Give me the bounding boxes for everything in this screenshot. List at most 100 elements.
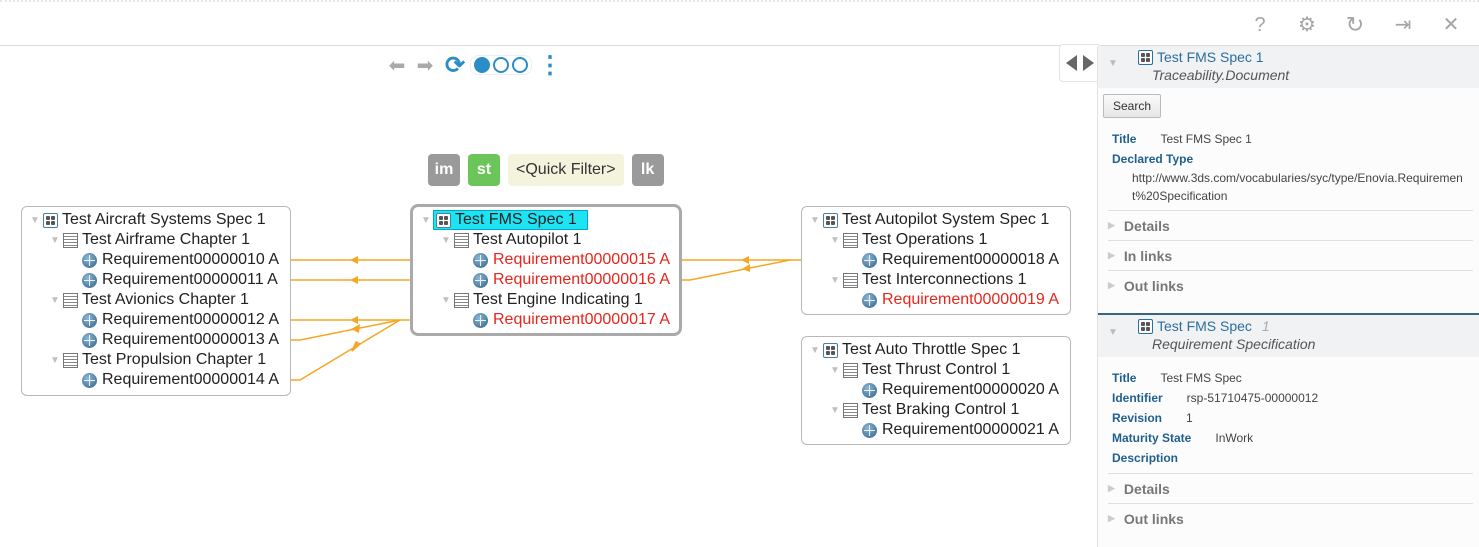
node-auto-throttle-spec[interactable]: ▼ Test Auto Throttle Spec 1 ▼ Test Thrust … [801, 336, 1071, 445]
requirement-label[interactable]: Requirement00000016 A [493, 271, 670, 289]
expand-arrow-icon: ▶ [1108, 250, 1115, 260]
expand-arrow-icon: ▶ [1108, 220, 1115, 230]
chapter-title[interactable]: Test Propulsion Chapter 1 [82, 351, 266, 369]
chapter-icon [454, 232, 469, 248]
link-arrow [351, 340, 362, 352]
spec-icon [1138, 318, 1153, 334]
gear-icon[interactable]: ⚙ [1296, 14, 1318, 36]
spec-title[interactable]: Test Autopilot System Spec 1 [842, 211, 1049, 229]
collapse-toggle[interactable]: ▼ [830, 235, 840, 246]
section-label: In links [1123, 247, 1173, 264]
page-indicator [470, 55, 532, 75]
search-button[interactable]: Search [1103, 94, 1162, 118]
requirement-label[interactable]: Requirement00000017 A [493, 311, 670, 329]
collapse-toggle[interactable]: ▼ [441, 295, 451, 306]
sign-in-icon[interactable]: ⇥ [1392, 14, 1414, 36]
spec-icon [823, 342, 838, 358]
sync-icon[interactable]: ⟳ [443, 51, 467, 80]
back-arrow-icon[interactable]: ⬅ [385, 53, 409, 78]
requirement-icon [862, 422, 877, 438]
link-17-to-13[interactable] [290, 319, 401, 341]
page-dot-1[interactable] [474, 57, 490, 73]
section-out-links[interactable]: ▶ Out links [1108, 503, 1473, 533]
chapter-title[interactable]: Test Thrust Control 1 [862, 361, 1010, 379]
link-18-to-16[interactable] [680, 259, 791, 281]
collapse-toggle[interactable]: ▼ [830, 365, 840, 376]
page-dot-3[interactable] [512, 57, 528, 73]
collapse-toggle[interactable]: ▼ [421, 215, 431, 226]
collapse-toggle[interactable]: ▼ [810, 215, 820, 226]
help-icon[interactable]: ? [1249, 14, 1271, 36]
section-details[interactable]: ▶ Details [1108, 473, 1473, 503]
section-in-links[interactable]: ▶ In links [1108, 240, 1473, 270]
card-header-traceability-doc[interactable]: ▼ Test FMS Spec 1 Traceability.Document [1098, 46, 1479, 88]
requirement-label[interactable]: Requirement00000011 A [102, 271, 278, 289]
collapse-toggle[interactable]: ▼ [810, 345, 820, 356]
requirement-label[interactable]: Requirement00000010 A [102, 251, 279, 269]
collapse-toggle[interactable]: ▼ [830, 405, 840, 416]
spec-title[interactable]: Test Auto Throttle Spec 1 [842, 341, 1020, 359]
spec-title[interactable]: Test Aircraft Systems Spec 1 [62, 211, 266, 229]
collapse-toggle[interactable]: ▼ [830, 275, 840, 286]
collapse-toggle[interactable]: ▼ [441, 235, 451, 246]
collapse-toggle[interactable]: ▼ [50, 295, 60, 306]
spec-title[interactable]: Test FMS Spec 1 [455, 211, 577, 229]
card-subtitle: Traceability.Document [1152, 67, 1290, 83]
chapter-title[interactable]: Test Avionics Chapter 1 [82, 291, 249, 309]
forward-arrow-icon[interactable]: ➡ [413, 53, 437, 78]
node-fms-spec[interactable]: ▼ Test FMS Spec 1 ▼ Test Autopilot 1 Requi… [410, 204, 682, 336]
requirement-label[interactable]: Requirement00000019 A [882, 291, 1059, 309]
card-header-requirement-spec[interactable]: ▼ Test FMS Spec 1 Requirement Specificati… [1098, 315, 1479, 357]
chapter-title[interactable]: Test Interconnections 1 [862, 271, 1027, 289]
node-autopilot-system-spec[interactable]: ▼ Test Autopilot System Spec 1 ▼ Test Oper… [801, 206, 1071, 315]
requirement-icon [862, 292, 877, 308]
chapter-title[interactable]: Test Operations 1 [862, 231, 987, 249]
requirement-icon [473, 252, 488, 268]
link-17-to-14[interactable] [290, 319, 401, 381]
requirement-label[interactable]: Requirement00000013 A [102, 331, 279, 349]
requirement-label[interactable]: Requirement00000012 A [102, 311, 279, 329]
chapter-icon [843, 232, 858, 248]
requirement-label[interactable]: Requirement00000015 A [493, 251, 670, 269]
card-title[interactable]: Test FMS Spec 1 [1157, 49, 1264, 65]
link-arrow [351, 324, 360, 333]
node-aircraft-systems-spec[interactable]: ▼ Test Aircraft Systems Spec 1 ▼ Test Airf… [21, 206, 291, 396]
page-dot-2[interactable] [493, 57, 509, 73]
card-title[interactable]: Test FMS Spec [1157, 318, 1252, 334]
section-details[interactable]: ▶ Details [1108, 210, 1473, 240]
chapter-title[interactable]: Test Engine Indicating 1 [473, 291, 643, 309]
more-options-icon[interactable]: ⋮ [538, 51, 562, 80]
chapter-icon [843, 272, 858, 288]
close-icon[interactable]: ✕ [1440, 14, 1462, 36]
requirement-label[interactable]: Requirement00000018 A [882, 251, 1059, 269]
collapse-toggle[interactable]: ▼ [50, 235, 60, 246]
prop-key: Declared Type [1112, 152, 1194, 166]
chapter-icon [843, 402, 858, 418]
top-bar: ? ⚙ ↻ ⇥ ✕ [0, 0, 1479, 46]
chapter-title[interactable]: Test Autopilot 1 [473, 231, 582, 249]
collapse-toggle[interactable]: ▼ [30, 215, 40, 226]
requirement-label[interactable]: Requirement00000014 A [102, 371, 279, 389]
requirement-label[interactable]: Requirement00000021 A [882, 421, 1059, 439]
link-arrow [350, 276, 358, 284]
collapse-caret-icon[interactable]: ▼ [1108, 58, 1118, 69]
section-out-links[interactable]: ▶ Out links [1108, 270, 1473, 300]
chapter-icon [454, 292, 469, 308]
chapter-title[interactable]: Test Braking Control 1 [862, 401, 1019, 419]
spec-icon [43, 212, 58, 228]
collapse-toggle[interactable]: ▼ [50, 355, 60, 366]
requirement-icon [82, 272, 97, 288]
prop-key: Maturity State [1112, 431, 1192, 445]
requirement-icon [862, 382, 877, 398]
chapter-title[interactable]: Test Airframe Chapter 1 [82, 231, 250, 249]
filter-st-button[interactable]: st [468, 154, 500, 186]
selected-spec[interactable]: Test FMS Spec 1 [433, 210, 588, 230]
panel-toggle-button[interactable] [1059, 44, 1099, 82]
filter-im-button[interactable]: im [428, 154, 460, 186]
refresh-icon[interactable]: ↻ [1344, 14, 1366, 36]
collapse-caret-icon[interactable]: ▼ [1108, 327, 1118, 338]
filter-lk-button[interactable]: lk [631, 154, 664, 186]
expand-arrow-icon: ▶ [1108, 483, 1115, 493]
quick-filter-button[interactable]: <Quick Filter> [508, 154, 624, 186]
requirement-label[interactable]: Requirement00000020 A [882, 381, 1059, 399]
